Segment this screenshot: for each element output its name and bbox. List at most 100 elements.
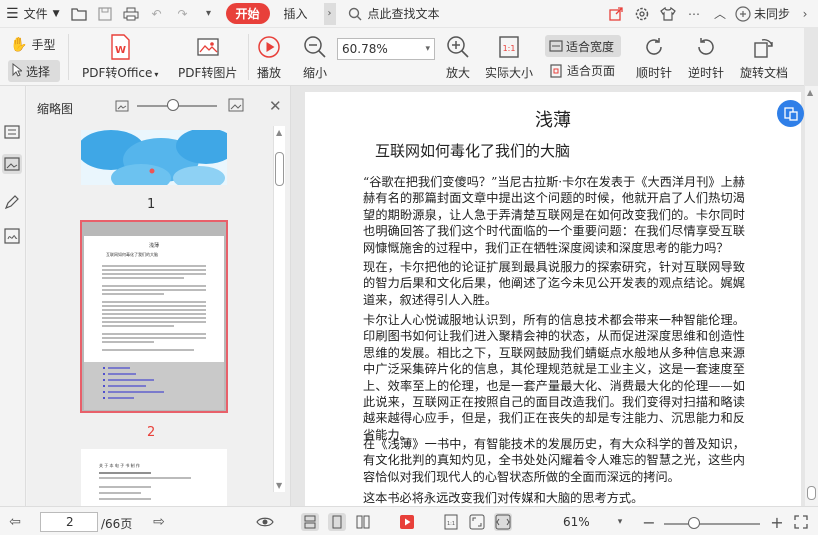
actual-size-button[interactable]: 1:1 实际大小 [485,34,533,81]
toolbar-overflow-strip[interactable] [804,28,818,86]
thumbnail-page-3[interactable]: 关 于 本 电 子 书 制 作 [81,449,227,506]
rotate-document-label: 旋转文档 [740,66,789,80]
close-panel-icon[interactable]: ✕ [269,97,282,115]
tab-start[interactable]: 开始 [225,3,270,24]
zoom-percent-dropdown-icon[interactable]: ▾ [611,513,629,531]
thumbnail-scrollbar[interactable]: ▲ ▼ [273,126,285,492]
thumbnail-page-2[interactable]: 浅薄 互联网如何毒化了我们的大脑 [80,220,228,413]
svg-text:1:1: 1:1 [503,44,516,53]
file-menu-label: 文件 [23,7,48,21]
fit-width-button[interactable]: 适合宽度 [545,35,621,57]
signature-icon[interactable] [2,226,22,246]
zoom-in-thumb-icon[interactable] [228,98,244,115]
fit-width-icon [549,39,563,53]
skin-icon[interactable] [660,6,676,22]
collapse-ribbon-icon[interactable]: ︿ [712,6,728,22]
thumbnail-page-3-lines [99,472,191,500]
zoom-out-thumb-icon[interactable] [115,100,129,115]
actual-size-status-icon[interactable]: 1:1 [442,513,460,531]
continuous-view-icon[interactable] [328,513,346,531]
zoom-dropdown-icon: ▾ [425,44,430,54]
previous-page-icon[interactable]: ⇦ [6,513,24,531]
paragraph-3: 卡尔让人心悦诚服地认识到，所有的信息技术都会带来一种智能伦理。印刷图书如何让我们… [363,313,745,442]
thumbnail-panel: 缩略图 ✕ 1 浅薄 互联网如何毒化了我们的大脑 2 关 于 本 电 子 书 制… [27,86,291,506]
rotate-counterclockwise-label: 逆时针 [688,66,725,80]
svg-text:W: W [115,45,126,56]
fullscreen-icon[interactable] [792,513,810,531]
convert-icon [783,106,798,121]
zoom-in-label: 放大 [445,66,470,80]
thumbnail-page-2-title: 浅薄 [148,243,159,249]
undo-icon[interactable]: ↶ [149,6,165,22]
zoom-select[interactable]: 60.78% ▾ [337,38,435,60]
fit-page-label: 适合页面 [567,64,616,78]
more-options-icon[interactable]: ⋯ [686,6,702,22]
open-folder-icon[interactable] [70,6,87,22]
actual-size-label: 实际大小 [485,66,534,80]
scroll-down-arrow-icon[interactable]: ▼ [276,481,282,490]
rotate-clockwise-icon [641,34,667,60]
thumbnail-page-1[interactable] [81,130,227,185]
zoom-in-icon [445,34,471,60]
rotate-document-button[interactable]: 旋转文档 [740,34,788,81]
paragraph-4: 在《浅薄》一书中，有智能技术的发展历史，有大众科学的普及知识，有文化批判的真知灼… [363,437,745,484]
rotate-counterclockwise-button[interactable]: 逆时针 [688,34,724,81]
tab-insert[interactable]: 插入 [278,0,314,28]
single-page-view-icon[interactable] [301,513,319,531]
play-button[interactable]: 播放 [256,34,282,81]
pdf-to-image-label: PDF转图片 [178,66,238,80]
scrollbar-thumb[interactable] [275,152,284,186]
cursor-icon [12,62,24,80]
thumbnail-page-2-label: 2 [147,425,156,440]
fit-page-button[interactable]: 适合页面 [549,62,615,79]
thumbnail-page-2-text-lines [102,265,206,351]
thumbnail-page-2-bottom [84,362,224,410]
search-box[interactable]: 点此查找文本 [368,5,440,22]
fit-width-status-icon[interactable] [494,513,512,531]
settings-gear-icon[interactable] [634,6,650,22]
bookmark-list-icon[interactable] [2,122,22,142]
play-slideshow-icon[interactable] [398,513,416,531]
page-number-value: 2 [66,515,74,529]
sync-label: 未同步 [753,7,790,21]
redo-icon[interactable]: ↷ [175,6,191,22]
customize-chevron-icon[interactable]: ▾ [201,6,217,22]
rotate-clockwise-button[interactable]: 顺时针 [636,34,672,81]
floating-convert-button[interactable] [777,100,804,127]
two-page-view-icon[interactable] [354,513,372,531]
page-number-input[interactable]: 2 [40,512,98,532]
save-icon[interactable] [97,6,113,22]
scroll-up-arrow-icon[interactable]: ▲ [276,128,282,137]
print-icon[interactable] [123,6,139,22]
pdf-to-office-icon: W [107,34,133,60]
annotation-icon[interactable] [2,192,22,212]
thumbnail-panel-title: 缩略图 [37,102,74,116]
zoom-out-button[interactable]: 缩小 [302,34,328,81]
doc-scroll-up-arrow-icon[interactable]: ▲ [807,88,813,97]
slider-thumb[interactable] [167,99,179,111]
app-menu-button[interactable]: ☰ 文件 ▼ [0,0,66,28]
next-page-icon[interactable]: ⇨ [150,513,168,531]
share-icon[interactable] [608,6,624,22]
doc-scrollbar-thumb[interactable] [807,486,816,500]
thumbnail-panel-icon[interactable] [2,154,22,174]
select-tool-button[interactable]: 选择 [8,60,60,82]
zoom-minus-icon[interactable]: − [640,513,658,532]
document-scrollbar[interactable]: ▲ [805,86,818,506]
zoom-slider[interactable] [664,517,760,529]
pdf-to-office-button[interactable]: W PDF转Office ▾ [82,34,158,81]
hand-tool-button[interactable]: ✋ 手型 [10,36,55,53]
sync-status[interactable]: 未同步 [733,0,792,28]
zoom-plus-icon[interactable]: + [768,513,786,532]
more-tabs-arrow-icon[interactable]: › [323,2,336,25]
zoom-slider-thumb[interactable] [688,517,700,529]
paragraph-1: “谷歌在把我们变傻吗？”当尼古拉斯·卡尔在发表于《大西洋月刊》上赫赫有名的那篇封… [363,175,745,255]
eye-protection-icon[interactable] [256,513,274,531]
pdf-to-image-button[interactable]: PDF转图片 [178,34,237,81]
play-label: 播放 [256,66,281,80]
thumbnail-size-slider[interactable] [137,99,217,111]
zoom-in-button[interactable]: 放大 [445,34,471,81]
zoom-out-label: 缩小 [302,66,327,80]
fit-page-status-icon[interactable] [468,513,486,531]
overflow-chevron-icon[interactable]: › [797,6,813,22]
